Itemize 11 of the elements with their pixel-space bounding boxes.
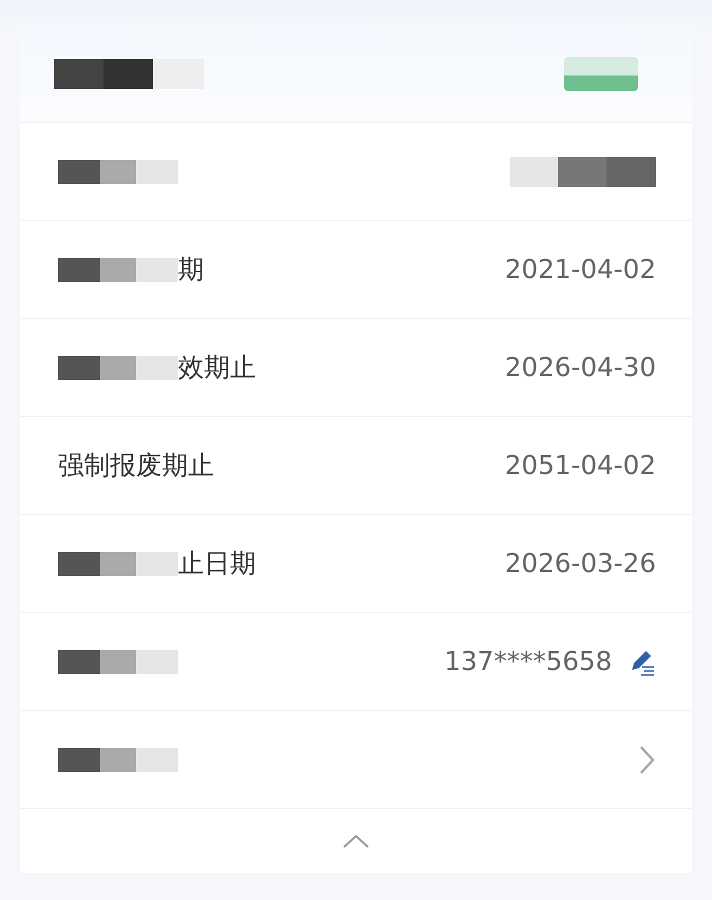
- field-value: 2026-03-26: [504, 548, 656, 578]
- field-label: 止日期: [178, 548, 256, 581]
- chevron-right-icon[interactable]: [638, 744, 656, 774]
- field-label: 强制报废期止: [58, 450, 214, 483]
- field-value: 2051-04-02: [504, 450, 656, 480]
- field-value: 137****5658: [444, 646, 612, 676]
- field-value: 2021-04-02: [504, 254, 656, 284]
- field-label: 效期止: [178, 352, 256, 385]
- collapse-icon[interactable]: [342, 833, 370, 849]
- field-label: 期: [178, 254, 204, 287]
- field-value: 2026-04-30: [504, 352, 656, 382]
